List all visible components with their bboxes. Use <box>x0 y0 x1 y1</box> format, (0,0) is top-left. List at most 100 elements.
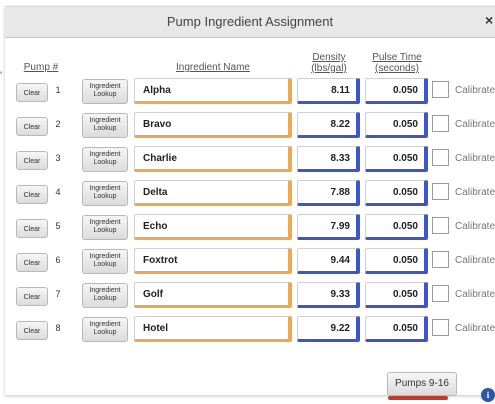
density-field[interactable]: 7.88 <box>297 180 360 206</box>
pump-row-7: Clear 7 Ingredient Lookup Golf 9.33 0.05… <box>5 282 495 310</box>
lookup-label-line2: Lookup <box>93 159 117 166</box>
pulse-time-field[interactable]: 0.050 <box>365 180 428 206</box>
calibrated-checkbox[interactable] <box>432 319 449 336</box>
ingredient-name-field[interactable]: Echo <box>134 214 292 240</box>
density-field[interactable]: 7.99 <box>297 214 360 240</box>
calibrated-checkbox[interactable] <box>432 81 449 98</box>
header-pulse-line2: (seconds) <box>375 63 419 74</box>
pump-number: 2 <box>55 119 61 129</box>
calibrated-label: Calibrated <box>455 85 495 96</box>
pump-row-3: Clear 3 Ingredient Lookup Charlie 8.33 0… <box>5 146 495 174</box>
clear-button[interactable]: Clear <box>16 253 48 272</box>
calibrated-checkbox[interactable] <box>432 183 449 200</box>
lookup-label-line2: Lookup <box>93 193 117 200</box>
density-field[interactable]: 9.22 <box>297 316 360 342</box>
calibrated-label: Calibrated <box>455 153 495 164</box>
pumps-9-16-button[interactable]: Pumps 9-16 <box>387 372 457 396</box>
ingredient-name-field[interactable]: Foxtrot <box>134 248 292 274</box>
calibrated-checkbox[interactable] <box>432 115 449 132</box>
calibrated-checkbox[interactable] <box>432 217 449 234</box>
bottom-accent-bar <box>388 396 448 400</box>
ingredient-lookup-button[interactable]: Ingredient Lookup <box>82 215 128 240</box>
pump-number: 5 <box>55 221 61 231</box>
density-field[interactable]: 9.44 <box>297 248 360 274</box>
lookup-label-line1: Ingredient <box>89 219 121 226</box>
calibrated-checkbox[interactable] <box>432 285 449 302</box>
density-field[interactable]: 8.33 <box>297 146 360 172</box>
calibrated-label: Calibrated <box>455 119 495 130</box>
ingredient-lookup-button[interactable]: Ingredient Lookup <box>82 79 128 104</box>
calibrated-checkbox[interactable] <box>432 251 449 268</box>
density-field[interactable]: 9.33 <box>297 282 360 308</box>
clear-button[interactable]: Clear <box>16 287 48 306</box>
header-density-line2: (lbs/gal) <box>311 63 347 74</box>
pump-number: 8 <box>55 323 61 333</box>
pump-row-4: Clear 4 Ingredient Lookup Delta 7.88 0.0… <box>5 180 495 208</box>
clear-button[interactable]: Clear <box>16 83 48 102</box>
lookup-label-line1: Ingredient <box>89 83 121 90</box>
ingredient-name-field[interactable]: Alpha <box>134 78 292 104</box>
ingredient-lookup-button[interactable]: Ingredient Lookup <box>82 317 128 342</box>
pump-row-5: Clear 5 Ingredient Lookup Echo 7.99 0.05… <box>5 214 495 242</box>
pump-number: 4 <box>55 187 61 197</box>
ingredient-lookup-button[interactable]: Ingredient Lookup <box>82 249 128 274</box>
clear-button[interactable]: Clear <box>16 219 48 238</box>
calibrated-label: Calibrated <box>455 289 495 300</box>
header-ingredient-name: Ingredient Name <box>176 62 250 73</box>
ingredient-name-field[interactable]: Charlie <box>134 146 292 172</box>
backdrop-mark: ' <box>0 70 3 82</box>
lookup-label-line1: Ingredient <box>89 185 121 192</box>
calibrated-checkbox[interactable] <box>432 149 449 166</box>
pulse-time-field[interactable]: 0.050 <box>365 146 428 172</box>
ingredient-name-field[interactable]: Delta <box>134 180 292 206</box>
ingredient-name-field[interactable]: Golf <box>134 282 292 308</box>
clear-button[interactable]: Clear <box>16 151 48 170</box>
pump-ingredient-dialog: Pump Ingredient Assignment × Pump # Ingr… <box>5 6 495 395</box>
pulse-time-field[interactable]: 0.050 <box>365 112 428 138</box>
density-field[interactable]: 8.22 <box>297 112 360 138</box>
lookup-label-line1: Ingredient <box>89 117 121 124</box>
lookup-label-line2: Lookup <box>93 329 117 336</box>
lookup-label-line2: Lookup <box>93 91 117 98</box>
pulse-time-field[interactable]: 0.050 <box>365 282 428 308</box>
lookup-label-line2: Lookup <box>93 125 117 132</box>
ingredient-lookup-button[interactable]: Ingredient Lookup <box>82 283 128 308</box>
clear-button[interactable]: Clear <box>16 117 48 136</box>
close-icon[interactable]: × <box>485 12 493 28</box>
header-pulse-line1: Pulse Time <box>372 52 422 63</box>
pump-number: 1 <box>55 85 61 95</box>
pulse-time-field[interactable]: 0.050 <box>365 214 428 240</box>
lookup-label-line1: Ingredient <box>89 287 121 294</box>
calibrated-label: Calibrated <box>455 187 495 198</box>
header-density: Density (lbs/gal) <box>297 52 361 74</box>
dialog-titlebar: Pump Ingredient Assignment × <box>5 7 495 38</box>
pulse-time-field[interactable]: 0.050 <box>365 248 428 274</box>
pump-row-8: Clear 8 Ingredient Lookup Hotel 9.22 0.0… <box>5 316 495 344</box>
lookup-label-line1: Ingredient <box>89 253 121 260</box>
ingredient-lookup-button[interactable]: Ingredient Lookup <box>82 147 128 172</box>
ingredient-lookup-button[interactable]: Ingredient Lookup <box>82 113 128 138</box>
pulse-time-field[interactable]: 0.050 <box>365 316 428 342</box>
header-density-line1: Density <box>312 52 346 63</box>
pump-number: 7 <box>55 289 61 299</box>
lookup-label-line1: Ingredient <box>89 321 121 328</box>
pump-row-6: Clear 6 Ingredient Lookup Foxtrot 9.44 0… <box>5 248 495 276</box>
ingredient-lookup-button[interactable]: Ingredient Lookup <box>82 181 128 206</box>
density-field[interactable]: 8.11 <box>297 78 360 104</box>
lookup-label-line2: Lookup <box>93 227 117 234</box>
pulse-time-field[interactable]: 0.050 <box>365 78 428 104</box>
lookup-label-line2: Lookup <box>93 295 117 302</box>
dialog-title: Pump Ingredient Assignment <box>166 14 334 29</box>
pump-row-1: Clear 1 Ingredient Lookup Alpha 8.11 0.0… <box>5 78 495 106</box>
lookup-label-line2: Lookup <box>93 261 117 268</box>
pump-number: 6 <box>55 255 61 265</box>
header-pulse-time: Pulse Time (seconds) <box>365 52 429 74</box>
ingredient-name-field[interactable]: Bravo <box>134 112 292 138</box>
calibrated-label: Calibrated <box>455 221 495 232</box>
clear-button[interactable]: Clear <box>16 185 48 204</box>
pump-row-2: Clear 2 Ingredient Lookup Bravo 8.22 0.0… <box>5 112 495 140</box>
info-icon[interactable]: i <box>481 388 495 402</box>
calibrated-label: Calibrated <box>455 323 495 334</box>
ingredient-name-field[interactable]: Hotel <box>134 316 292 342</box>
clear-button[interactable]: Clear <box>16 321 48 340</box>
